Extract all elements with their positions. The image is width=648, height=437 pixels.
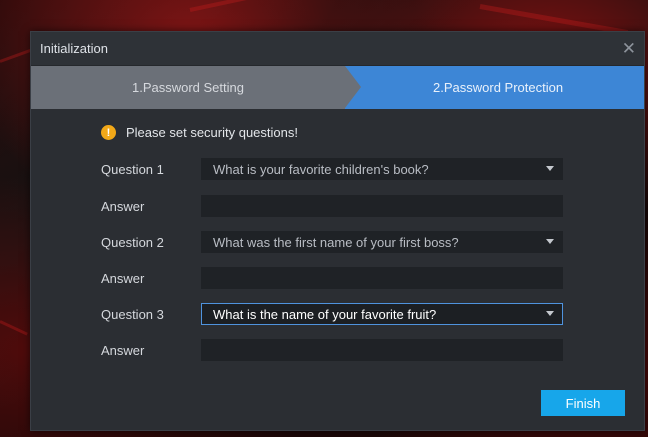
select-value: What was the first name of your first bo…: [213, 234, 459, 250]
step-label: 2.Password Protection: [433, 80, 564, 95]
warning-icon: !: [101, 125, 116, 140]
answer-row: Answer: [101, 267, 563, 289]
select-value: What is your favorite children's book?: [213, 161, 429, 177]
notice: ! Please set security questions!: [101, 125, 298, 140]
answer-2-input[interactable]: [201, 267, 563, 289]
question-2-select[interactable]: What was the first name of your first bo…: [201, 231, 563, 253]
question-1-select[interactable]: What is your favorite children's book?: [201, 158, 563, 180]
step-password-protection: 2.Password Protection: [345, 66, 644, 109]
question-row: Question 2 What was the first name of yo…: [101, 231, 563, 253]
chevron-down-icon: [546, 239, 554, 244]
background-streak: [0, 320, 28, 336]
question-3-select[interactable]: What is the name of your favorite fruit?: [201, 303, 563, 325]
answer-label: Answer: [101, 198, 145, 214]
chevron-down-icon: [546, 311, 554, 316]
step-label: 1.Password Setting: [131, 80, 244, 95]
answer-row: Answer: [101, 195, 563, 217]
dialog-titlebar: Initialization ✕: [31, 32, 644, 66]
initialization-dialog: Initialization ✕ 1.Password Setting 2.Pa…: [30, 31, 645, 431]
notice-text: Please set security questions!: [126, 125, 298, 140]
question-label: Question 1: [101, 161, 164, 177]
step-password-setting: 1.Password Setting: [31, 66, 361, 109]
dialog-title: Initialization: [40, 41, 108, 56]
answer-label: Answer: [101, 342, 145, 358]
wizard-steps: 1.Password Setting 2.Password Protection: [31, 66, 644, 109]
chevron-down-icon: [546, 166, 554, 171]
answer-label: Answer: [101, 270, 145, 286]
answer-3-input[interactable]: [201, 339, 563, 361]
question-row: Question 3 What is the name of your favo…: [101, 303, 563, 325]
question-label: Question 2: [101, 234, 164, 250]
question-label: Question 3: [101, 306, 164, 322]
question-row: Question 1 What is your favorite childre…: [101, 158, 563, 180]
select-value: What is the name of your favorite fruit?: [213, 306, 437, 322]
answer-row: Answer: [101, 339, 563, 361]
background-streak: [189, 0, 308, 12]
close-icon[interactable]: ✕: [622, 40, 636, 57]
answer-1-input[interactable]: [201, 195, 563, 217]
finish-button[interactable]: Finish: [541, 390, 625, 416]
